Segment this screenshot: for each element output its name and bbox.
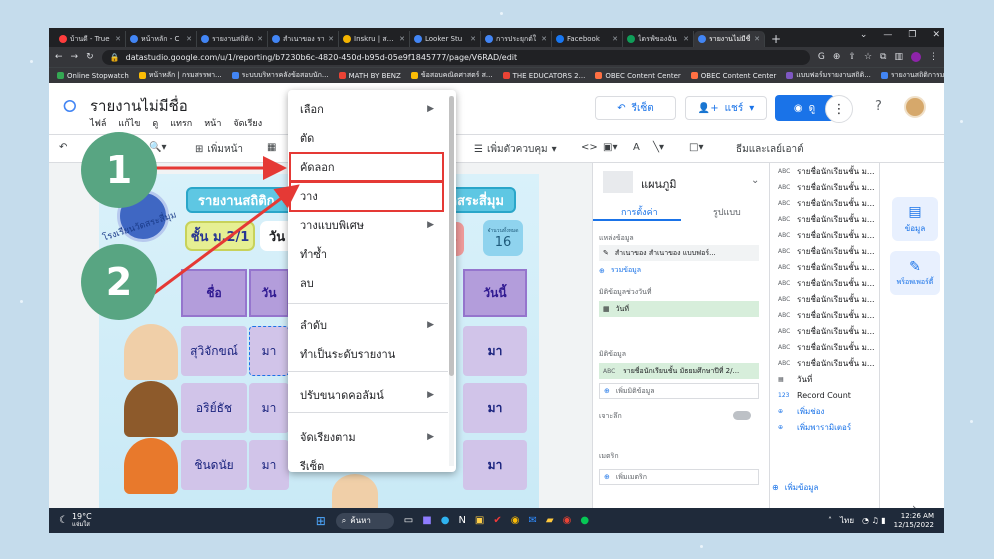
screen: บ้านดี - True ✕ หน้าหลัก - C ✕ รายงานสถิติ… (49, 28, 944, 533)
annotation-arrows (152, 156, 300, 296)
step-one-badge: 1 (81, 132, 157, 208)
step-two-badge: 2 (81, 244, 157, 320)
arrow-to-paste (152, 184, 300, 296)
